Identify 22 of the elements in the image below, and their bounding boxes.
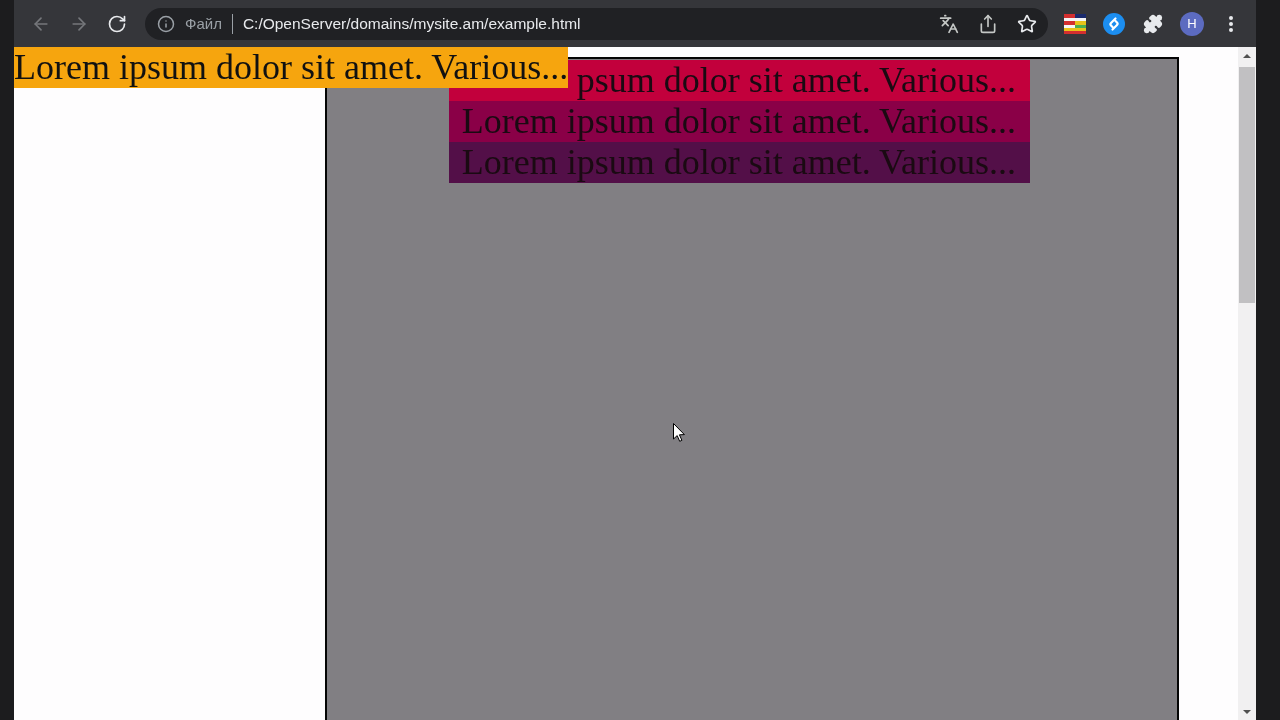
row-text: Lorem ipsum dolor sit amet. Various... xyxy=(461,101,1016,142)
scroll-down-icon[interactable] xyxy=(1243,709,1251,714)
translate-icon xyxy=(939,13,959,34)
star-icon xyxy=(1017,13,1037,34)
puzzle-icon xyxy=(1143,13,1163,34)
scroll-up-icon[interactable] xyxy=(1243,53,1251,58)
row-text: psum dolor sit amet. Various... xyxy=(576,60,1016,101)
mouse-cursor-icon xyxy=(673,423,685,442)
striped-flag-icon xyxy=(1064,13,1086,34)
scheme-label: Файл xyxy=(185,15,222,32)
share-icon xyxy=(978,13,998,34)
reload-icon xyxy=(107,13,127,34)
row-text: Lorem ipsum dolor sit amet. Various... xyxy=(461,142,1016,183)
round-logo-icon xyxy=(1103,12,1125,35)
menu-icon xyxy=(1229,15,1233,32)
address-bar[interactable]: Файл C:/OpenServer/domains/mysite.am/example.html xyxy=(145,7,1048,40)
highlighted-text: Lorem ipsum dolor sit amet. Various... xyxy=(14,47,569,88)
scrollbar[interactable] xyxy=(1238,47,1256,720)
avatar-button[interactable]: H xyxy=(1180,11,1204,36)
info-icon[interactable] xyxy=(157,14,175,33)
scrollbar-thumb[interactable] xyxy=(1239,67,1255,303)
url-text: C:/OpenServer/domains/mysite.am/example.html xyxy=(242,14,581,33)
